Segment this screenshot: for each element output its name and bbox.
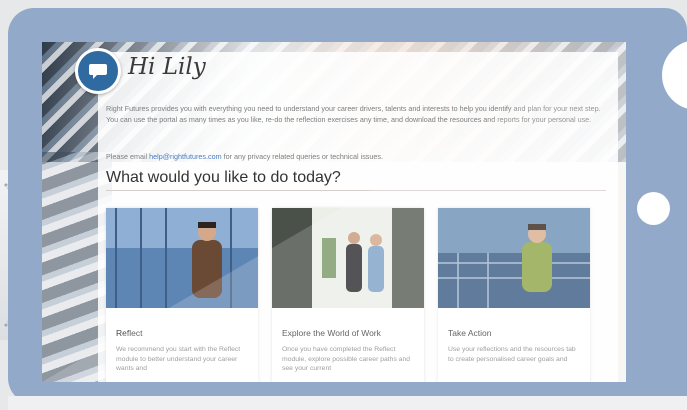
card-title: Explore the World of Work [282,328,381,338]
card-title: Reflect [116,328,143,338]
card-description: We recommend you start with the Reflect … [116,346,241,372]
support-suffix: for any privacy related queries or techn… [223,152,383,161]
support-email-link[interactable]: help@rightfutures.com [149,152,221,161]
card-title: Take Action [448,328,492,338]
chat-button[interactable] [75,48,121,94]
card-image-reflect [106,208,258,308]
card-image-take-action [438,208,590,308]
intro-text: Right Futures provides you with everythi… [106,104,601,124]
support-prefix: Please email [106,152,148,161]
camera-dot [637,192,670,225]
card-description: Once you have completed the Reflect modu… [282,346,411,372]
support-text: Please email help@rightfutures.com for a… [106,152,611,161]
card-description: Use your reflections and the resources t… [448,346,576,363]
chat-bubble-icon [89,64,107,79]
card-reflect[interactable]: Reflect We recommend you start with the … [106,208,258,382]
frame-base [8,396,687,410]
greeting-title: Hi Lily [128,54,206,80]
card-explore[interactable]: Explore the World of Work Once you have … [272,208,424,382]
section-heading: What would you like to do today? [106,169,606,191]
card-image-explore [272,208,424,308]
card-take-action[interactable]: Take Action Use your reflections and the… [438,208,590,382]
portal-screen: Hi Lily Right Futures provides you with … [42,42,626,382]
